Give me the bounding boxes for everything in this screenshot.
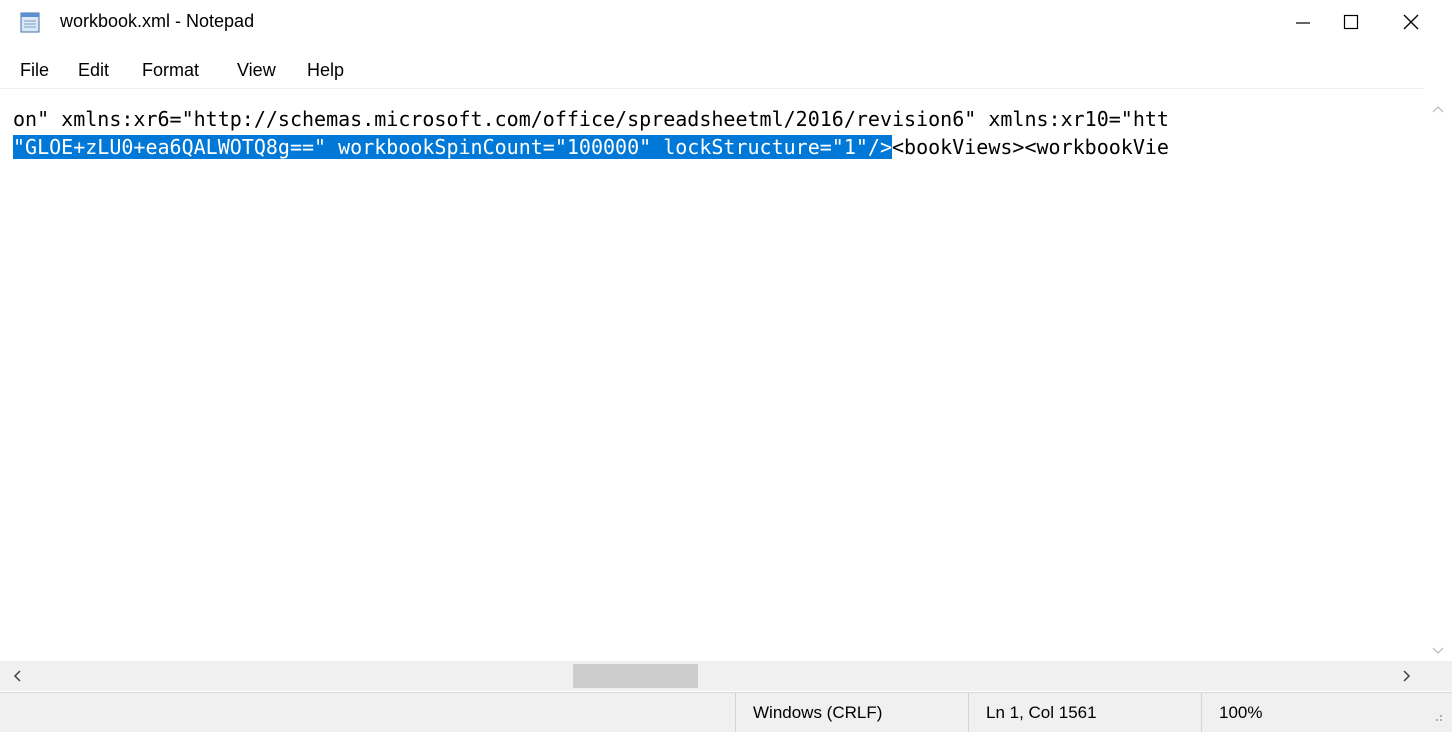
close-icon	[1403, 14, 1419, 30]
text-editor[interactable]: on" xmlns:xr6="http://schemas.microsoft.…	[0, 88, 1424, 662]
scrollbar-corner	[1424, 661, 1452, 691]
menu-help[interactable]: Help	[305, 58, 346, 82]
menu-bar: File Edit Format View Help	[0, 55, 1452, 85]
scroll-up-icon[interactable]	[1432, 100, 1444, 118]
menu-format[interactable]: Format	[140, 58, 201, 82]
maximize-icon	[1343, 14, 1359, 30]
status-bar: Windows (CRLF) Ln 1, Col 1561 100%	[0, 692, 1452, 732]
window-title: workbook.xml - Notepad	[60, 11, 255, 31]
editor-line-1: on" xmlns:xr6="http://schemas.microsoft.…	[13, 107, 1169, 131]
scroll-right-icon[interactable]	[1390, 661, 1424, 691]
vertical-scrollbar[interactable]	[1424, 88, 1452, 661]
horizontal-scrollbar[interactable]	[0, 661, 1424, 691]
menu-file[interactable]: File	[18, 58, 51, 82]
status-cursor-position: Ln 1, Col 1561	[968, 693, 1218, 732]
close-button[interactable]	[1383, 0, 1439, 44]
notepad-icon	[18, 11, 42, 33]
unselected-text: <bookViews><workbookVie	[892, 135, 1169, 159]
status-line-ending: Windows (CRLF)	[735, 693, 985, 732]
scroll-left-icon[interactable]	[0, 661, 34, 691]
scroll-down-icon[interactable]	[1432, 642, 1444, 660]
menu-edit[interactable]: Edit	[76, 58, 111, 82]
maximize-button[interactable]	[1323, 0, 1379, 44]
selected-text: "GLOE+zLU0+ea6QALWOTQ8g==" workbookSpinC…	[13, 135, 892, 159]
status-zoom: 100%	[1201, 693, 1439, 732]
menu-view[interactable]: View	[235, 58, 278, 82]
horizontal-scroll-thumb[interactable]	[573, 664, 698, 688]
title-bar: workbook.xml - Notepad	[0, 0, 1452, 44]
resize-grip-icon[interactable]	[1430, 709, 1444, 723]
editor-line-2: "GLOE+zLU0+ea6QALWOTQ8g==" workbookSpinC…	[13, 133, 1169, 161]
minimize-icon	[1296, 22, 1310, 24]
